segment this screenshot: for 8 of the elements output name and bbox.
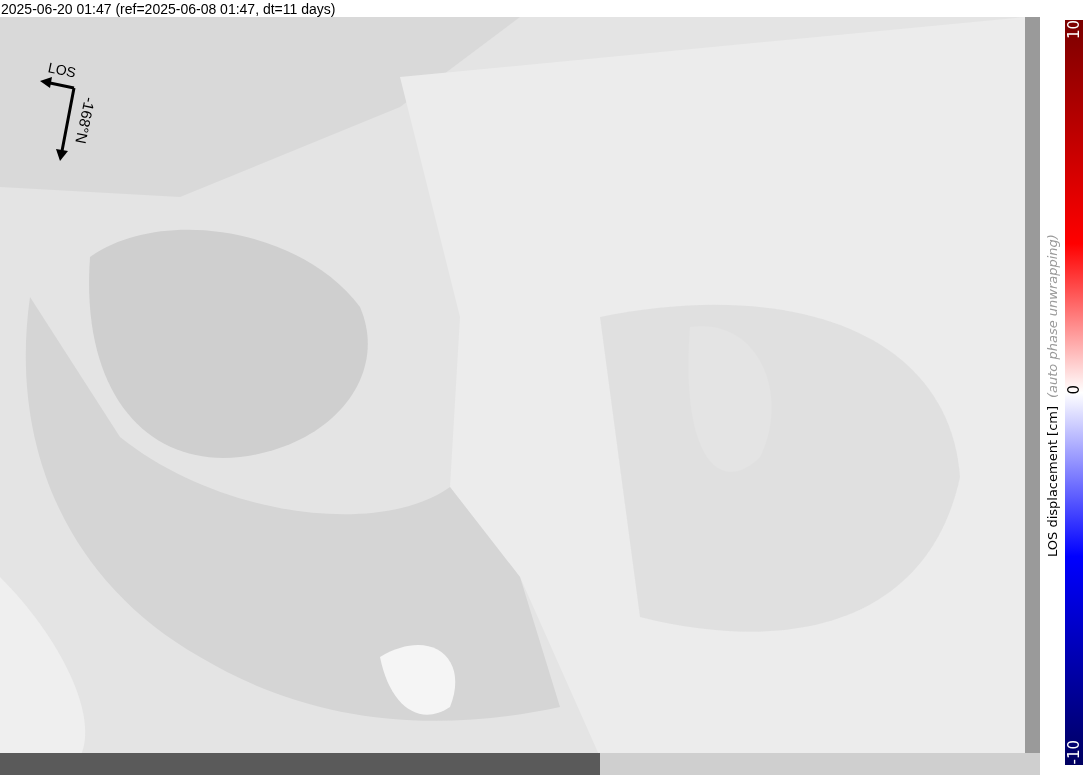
- los-label: LOS: [46, 60, 78, 80]
- tick-label: -10: [1063, 739, 1084, 765]
- tick-label: 10: [1063, 20, 1084, 42]
- plot-title: 2025-06-20 01:47 (ref=2025-06-08 01:47, dt=11 days): [1, 1, 336, 16]
- heading-label: -168°N: [73, 96, 98, 145]
- colorbar-note: (auto phase unwrapping): [1043, 234, 1061, 399]
- colorbar-label: LOS displacement [cm]: [1043, 406, 1061, 558]
- tick-label: 0: [1063, 385, 1084, 395]
